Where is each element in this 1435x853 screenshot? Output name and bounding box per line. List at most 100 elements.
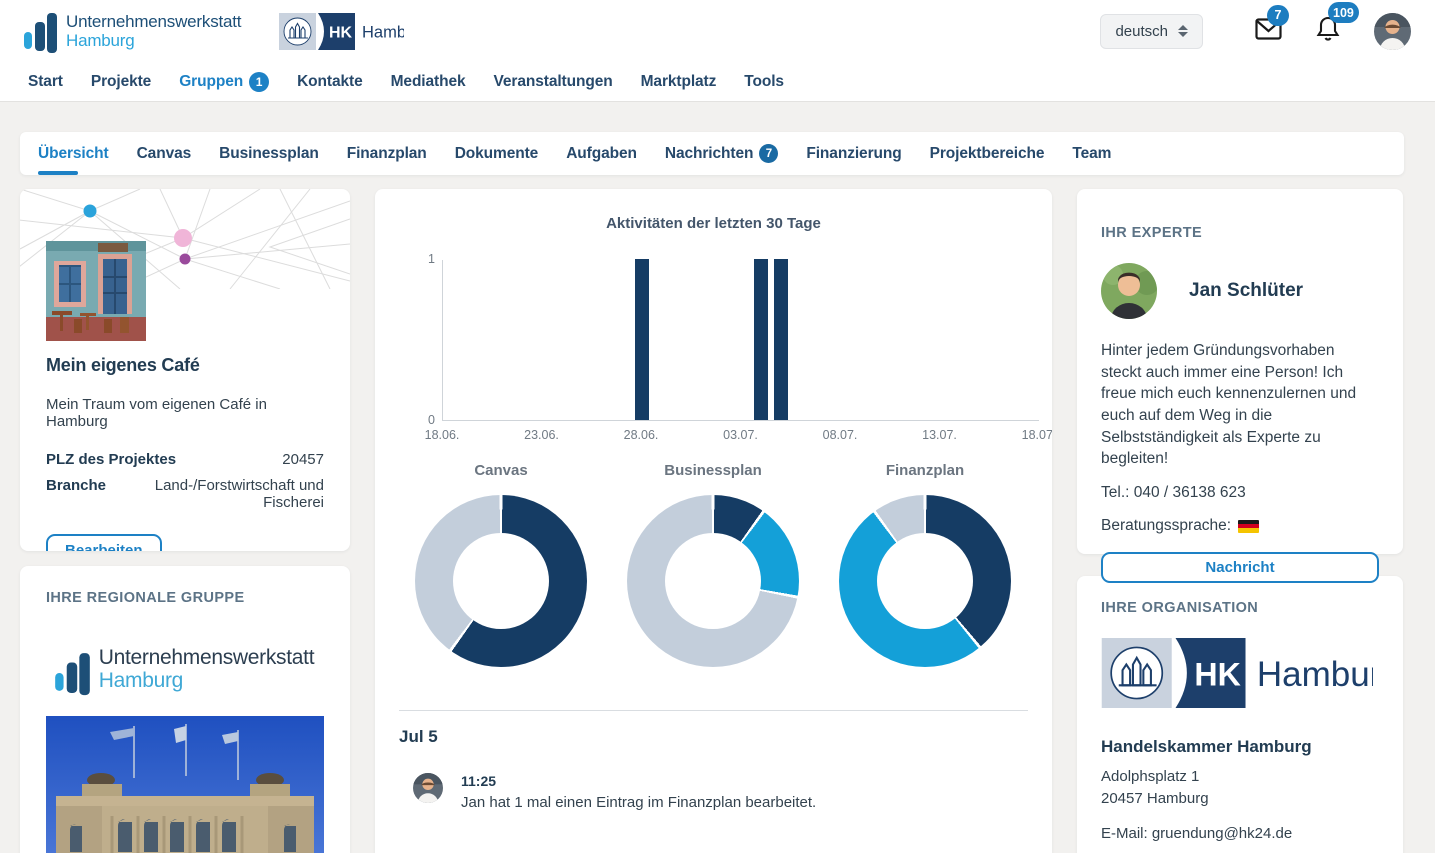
project-photo [46, 241, 146, 341]
nav-item-badge: 1 [249, 72, 269, 92]
tab-finanzierung[interactable]: Finanzierung [806, 132, 901, 175]
branche-value: Land-/Forstwirtschaft und Fischerei [106, 477, 324, 511]
tab-nachrichten[interactable]: Nachrichten 7 [665, 132, 778, 175]
y-axis-tick: 1 [401, 252, 435, 266]
tab-projektbereiche[interactable]: Projektbereiche [930, 132, 1045, 175]
nav-item-gruppen[interactable]: Gruppen1 [179, 72, 269, 92]
regional-group-logo-icon [55, 649, 90, 695]
hk-logo: HK Hamburg [279, 13, 404, 50]
project-card-body: Mein eigenes Café Mein Traum vom eigenen… [20, 355, 350, 551]
x-axis-tick: 23.06. [524, 428, 559, 442]
x-axis-tick: 28.06. [624, 428, 659, 442]
tab-badge: 7 [759, 144, 778, 163]
regional-group-logo-line1: Unternehmenswerkstatt [99, 646, 314, 669]
organisation-name: Handelskammer Hamburg [1101, 737, 1379, 757]
tab-label: Übersicht [38, 145, 109, 163]
tab-label: Dokumente [455, 145, 539, 163]
tab-label: Canvas [137, 145, 192, 163]
donut-chart-graphic [627, 495, 799, 667]
expert-avatar-image [1101, 263, 1157, 319]
hk-logo-abbr: HK [329, 24, 353, 41]
chevron-up-down-icon [1178, 25, 1188, 37]
organisation-card: IHRE ORGANISATION HK Hamburg Handel [1077, 576, 1403, 853]
app-logo-icon [24, 9, 57, 53]
main-nav: Start Projekte Gruppen1 Kontakte Mediathek Ve… [0, 62, 1435, 101]
donut-chart-graphic [415, 495, 587, 667]
app-logo[interactable]: Unternehmenswerkstatt Hamburg [24, 9, 241, 53]
tab-finanzplan[interactable]: Finanzplan [347, 132, 427, 175]
regional-group-photo [46, 716, 324, 853]
bar-chart-plot-area [442, 260, 1039, 421]
activity-overview-card: Aktivitäten der letzten 30 Tage 0 1 18.06.… [375, 189, 1052, 853]
feed-entry-avatar-image [413, 773, 443, 803]
donut-hole [665, 533, 761, 629]
edit-project-button[interactable]: Bearbeiten [46, 534, 162, 551]
nav-item-tools[interactable]: Tools [744, 73, 784, 91]
expert-avatar [1101, 263, 1157, 319]
expert-bio: Hinter jedem Gründungsvorhaben steckt au… [1101, 340, 1379, 470]
plz-label: PLZ des Projektes [46, 451, 176, 468]
hk-logo-image: HK Hamburg [279, 13, 404, 50]
nav-item-start[interactable]: Start [28, 73, 63, 91]
organisation-address-line2: 20457 Hamburg [1101, 788, 1379, 810]
expert-phone: Tel.: 040 / 36138 623 [1101, 484, 1379, 502]
messages-badge: 7 [1267, 5, 1289, 26]
tab-dokumente[interactable]: Dokumente [455, 132, 539, 175]
page-content: Mein eigenes Café Mein Traum vom eigenen… [0, 175, 1435, 853]
organisation-logo-image: HK Hamburg [1101, 638, 1373, 708]
organisation-email: E-Mail: gruendung@hk24.de [1101, 825, 1379, 842]
nav-item-veranstaltungen[interactable]: Veranstaltungen [494, 73, 613, 91]
nav-item-label: Tools [744, 73, 784, 91]
nav-item-label: Kontakte [297, 73, 363, 91]
donut-chart-businessplan: Businessplan [627, 462, 799, 667]
nav-item-mediathek[interactable]: Mediathek [391, 73, 466, 91]
tab-label: Finanzplan [347, 145, 427, 163]
user-avatar[interactable] [1374, 13, 1411, 50]
activity-bar-05-07 [774, 259, 788, 420]
nav-item-label: Mediathek [391, 73, 466, 91]
message-expert-button[interactable]: Nachricht [1101, 552, 1379, 583]
feed-entry-avatar [413, 773, 443, 803]
tab-label: Nachrichten [665, 145, 753, 163]
nav-item-label: Projekte [91, 73, 151, 91]
tab-team[interactable]: Team [1072, 132, 1111, 175]
x-axis-tick: 18.07. [1022, 428, 1052, 442]
donut-hole [877, 533, 973, 629]
bar-chart-title: Aktivitäten der letzten 30 Tage [399, 215, 1028, 232]
notifications-button[interactable]: 109 [1316, 15, 1340, 47]
organisation-address: Adolphsplatz 1 20457 Hamburg [1101, 766, 1379, 810]
tab-label: Finanzierung [806, 145, 901, 163]
tab-aufgaben[interactable]: Aufgaben [566, 132, 637, 175]
top-bar: Unternehmenswerkstatt Hamburg HK Hamburg [0, 0, 1435, 62]
app-logo-line2: Hamburg [66, 31, 241, 50]
hk-logo-label: Hamburg [362, 23, 404, 41]
expert-language-label: Beratungssprache: [1101, 517, 1231, 535]
project-card: Mein eigenes Café Mein Traum vom eigenen… [20, 189, 350, 551]
messages-button[interactable]: 7 [1255, 18, 1282, 45]
german-flag-icon [1238, 520, 1259, 533]
regional-group-logo: Unternehmenswerkstatt Hamburg [46, 646, 324, 694]
regional-group-heading: IHRE REGIONALE GRUPPE [46, 590, 324, 606]
nav-item-label: Marktplatz [641, 73, 717, 91]
tab-label: Team [1072, 145, 1111, 163]
project-description: Mein Traum vom eigenen Café in Hamburg [46, 396, 324, 430]
y-axis-tick: 0 [401, 413, 435, 427]
nav-item-marktplatz[interactable]: Marktplatz [641, 73, 717, 91]
language-select-value: deutsch [1115, 23, 1168, 40]
language-select[interactable]: deutsch [1100, 14, 1203, 49]
nav-item-kontakte[interactable]: Kontakte [297, 73, 363, 91]
expert-identity-row: Jan Schlüter [1101, 263, 1379, 319]
donut-chart-title: Businessplan [664, 462, 762, 479]
tab-businessplan[interactable]: Businessplan [219, 132, 319, 175]
app-logo-line1: Unternehmenswerkstatt [66, 12, 241, 31]
donut-chart-graphic [839, 495, 1011, 667]
nav-item-projekte[interactable]: Projekte [91, 73, 151, 91]
tab-label: Projektbereiche [930, 145, 1045, 163]
branche-label: Branche [46, 477, 106, 511]
donut-chart-title: Finanzplan [886, 462, 964, 479]
x-axis-tick: 18.06. [425, 428, 460, 442]
tab-canvas[interactable]: Canvas [137, 132, 192, 175]
tab-ubersicht[interactable]: Übersicht [38, 132, 109, 175]
left-column: Mein eigenes Café Mein Traum vom eigenen… [20, 189, 350, 853]
feed-date-heading: Jul 5 [399, 727, 1028, 747]
